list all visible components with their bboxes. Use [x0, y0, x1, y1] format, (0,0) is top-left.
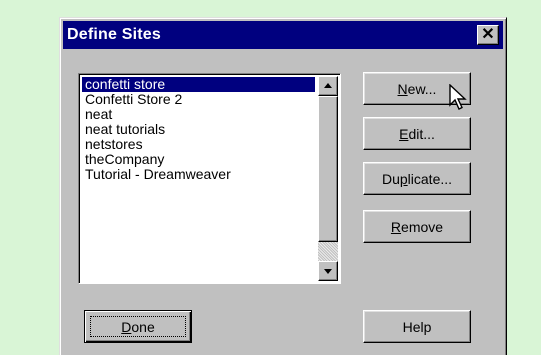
help-button[interactable]: Help [363, 310, 471, 343]
edit-button-label: Edit... [399, 125, 435, 142]
define-sites-dialog: Define Sites ✕ confetti store Confetti St… [59, 17, 507, 355]
remove-button-label: Remove [390, 218, 444, 235]
scroll-down-button[interactable] [318, 261, 338, 281]
scroll-down-arrow-icon [324, 269, 332, 274]
title-bar[interactable]: Define Sites ✕ [63, 21, 503, 49]
close-icon: ✕ [481, 26, 495, 43]
scroll-up-arrow-icon [324, 83, 332, 88]
site-list-item[interactable]: netstores [82, 137, 315, 152]
site-list-item[interactable]: theCompany [82, 152, 315, 167]
help-button-label: Help [402, 318, 432, 335]
new-button-label: New... [397, 80, 437, 97]
site-list-item[interactable]: Tutorial - Dreamweaver [82, 167, 315, 182]
vertical-scrollbar[interactable] [318, 76, 338, 281]
focus-ring [90, 316, 186, 337]
scroll-up-button[interactable] [318, 76, 338, 96]
site-list-item[interactable]: confetti store [82, 77, 315, 92]
edit-button[interactable]: Edit... [363, 117, 471, 150]
site-list-item[interactable]: Confetti Store 2 [82, 92, 315, 107]
sites-listbox[interactable]: confetti store Confetti Store 2 neat neat t… [78, 73, 341, 284]
duplicate-button[interactable]: Duplicate... [363, 162, 471, 195]
site-list-item[interactable]: neat tutorials [82, 122, 315, 137]
remove-button[interactable]: Remove [363, 210, 471, 243]
site-list: confetti store Confetti Store 2 neat neat t… [82, 77, 315, 182]
done-button[interactable]: Done [84, 310, 192, 343]
scroll-thumb[interactable] [318, 96, 338, 242]
mouse-pointer-icon [449, 84, 467, 110]
close-button[interactable]: ✕ [477, 25, 499, 45]
site-list-item[interactable]: neat [82, 107, 315, 122]
duplicate-button-label: Duplicate... [381, 170, 453, 187]
dialog-title: Define Sites [67, 26, 161, 43]
